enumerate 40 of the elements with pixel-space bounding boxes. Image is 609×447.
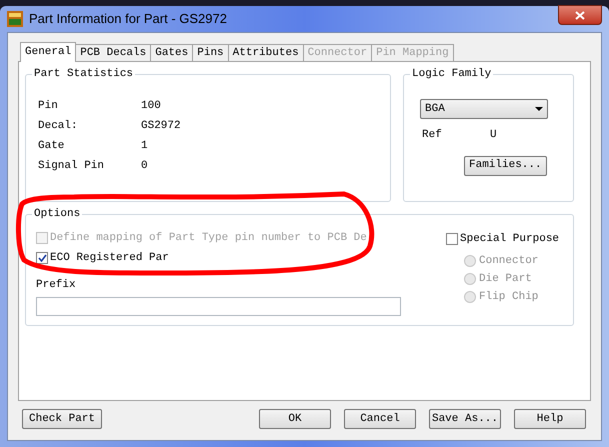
close-button[interactable] <box>558 5 602 25</box>
ref-label: Ref <box>422 128 443 143</box>
group-title: Options <box>32 207 82 221</box>
stat-label: Gate <box>38 139 66 153</box>
group-title: Logic Family <box>410 67 494 81</box>
dropdown-arrow-icon <box>535 107 543 111</box>
checkbox[interactable] <box>446 233 458 246</box>
window-title: Part Information for Part - GS2972 <box>29 10 227 28</box>
tab[interactable]: Gates <box>151 44 194 61</box>
dropdown-value: BGA <box>425 102 446 117</box>
tab[interactable]: General <box>20 42 76 62</box>
stat-value: GS2972 <box>141 119 181 133</box>
radio-label: Die Part <box>479 272 532 286</box>
stat-label: Pin <box>38 99 59 113</box>
dialog-button[interactable]: Help <box>514 409 586 429</box>
checkbox-label: Define mapping of Part Type pin number to PCB De <box>50 231 367 245</box>
stat-label: Signal Pin <box>38 159 106 173</box>
dialog-button[interactable]: Save As... <box>429 409 501 429</box>
checkbox-label: Special Purpose <box>460 232 560 247</box>
stat-value: 1 <box>141 139 148 153</box>
dialog-button[interactable]: OK <box>259 409 331 429</box>
stat-label: Decal: <box>38 119 79 133</box>
stat-value: 0 <box>141 159 148 173</box>
tab[interactable]: PCB Decals <box>76 44 152 61</box>
tab[interactable]: Attributes <box>228 44 304 61</box>
check-part-button[interactable]: Check Part <box>22 409 102 429</box>
radio-label: Connector <box>479 254 538 268</box>
prefix-field[interactable] <box>36 297 401 316</box>
app-icon <box>7 11 23 27</box>
prefix-label: Prefix <box>36 279 77 291</box>
checkbox-label: ECO Registered Par <box>50 251 169 265</box>
dialog-button[interactable]: Cancel <box>344 409 416 429</box>
checkbox[interactable] <box>36 252 48 264</box>
radio-label: Flip Chip <box>479 290 538 304</box>
family-dropdown[interactable]: BGA <box>420 99 548 119</box>
tab[interactable]: Pins <box>193 44 229 61</box>
ref-value: U <box>490 128 497 143</box>
close-icon <box>575 10 585 20</box>
families-button[interactable]: Families... <box>464 156 547 176</box>
stat-value: 100 <box>141 99 161 113</box>
